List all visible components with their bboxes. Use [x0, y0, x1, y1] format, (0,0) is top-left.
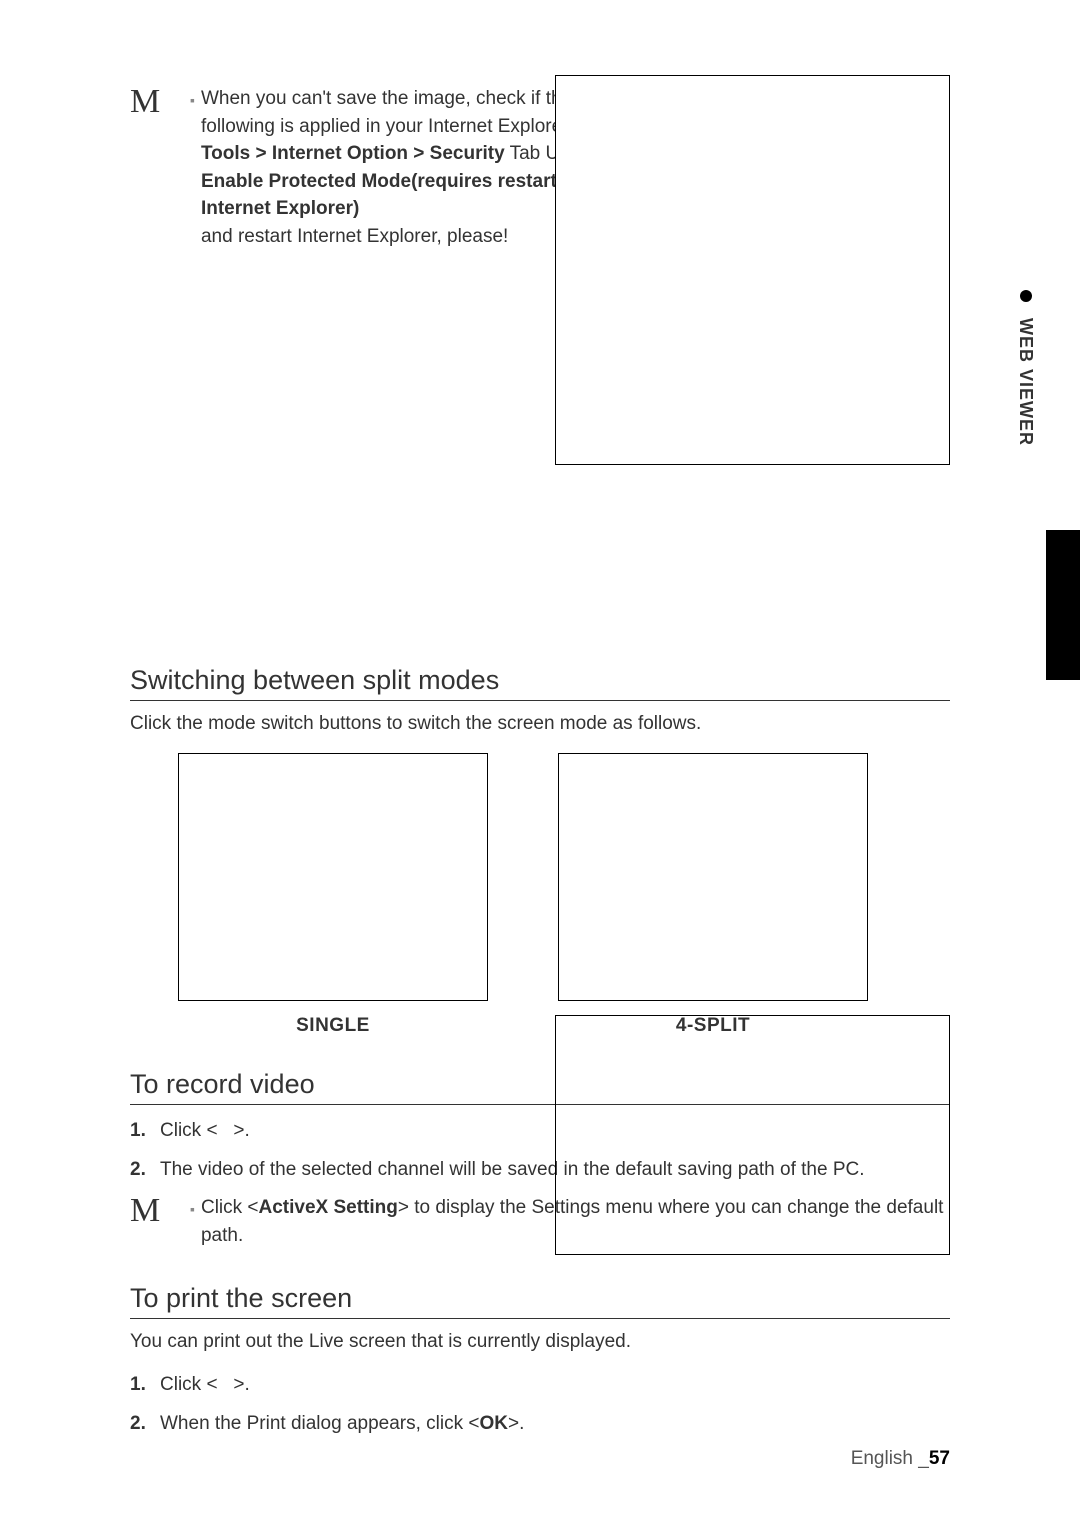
step-number: 1.: [130, 1371, 152, 1400]
note-path-prefix: Tools > Internet Option > Security: [201, 143, 505, 164]
step1-text-b: >.: [233, 1120, 249, 1141]
section-switching: Switching between split modes Click the …: [130, 665, 950, 1037]
pstep1-b: >.: [233, 1374, 249, 1395]
footer-lang: English _: [851, 1448, 929, 1469]
pstep2-b: >.: [508, 1413, 524, 1434]
note-path-bold2: Enable Protected Mode(requires restartin…: [201, 171, 585, 220]
note-text-line1: When you can't save the image, check if …: [201, 88, 573, 137]
section-print: To print the screen You can print out th…: [130, 1283, 950, 1438]
pstep2-a: When the Print dialog appears, click <: [160, 1413, 479, 1434]
note-activex-a: Click <: [201, 1197, 259, 1218]
step-number: 1.: [130, 1117, 152, 1146]
page-footer: English _57: [851, 1448, 950, 1470]
screenshot-placeholder-single: [178, 753, 488, 1001]
pstep1-a: Click <: [160, 1374, 218, 1395]
heading-print: To print the screen: [130, 1283, 950, 1319]
note-text-line3: and restart Internet Explorer, please!: [201, 226, 508, 247]
square-bullet-icon: ▪: [190, 1199, 195, 1249]
print-step-2: 2. When the Print dialog appears, click …: [130, 1410, 550, 1439]
print-step-1: 1. Click < >.: [130, 1371, 550, 1400]
square-bullet-icon: ▪: [190, 90, 195, 250]
label-single: SINGLE: [296, 1015, 370, 1037]
mode-single: SINGLE: [178, 753, 488, 1037]
screenshot-placeholder-print: [555, 1015, 950, 1255]
note-activex-bold: ActiveX Setting: [259, 1197, 398, 1218]
side-tab-label: WEB VIEWER: [1015, 290, 1036, 446]
footer-page-number: 57: [929, 1448, 950, 1469]
step1-text-a: Click <: [160, 1120, 218, 1141]
screenshot-placeholder-top: [555, 75, 950, 465]
mode-4split: 4-SPLIT: [558, 753, 868, 1037]
pstep2-bold: OK: [479, 1413, 508, 1434]
side-tab-text: WEB VIEWER: [1015, 318, 1036, 446]
step-number: 2.: [130, 1410, 152, 1439]
screenshot-placeholder-4split: [558, 753, 868, 1001]
desc-switching: Click the mode switch buttons to switch …: [130, 713, 950, 735]
desc-print: You can print out the Live screen that i…: [130, 1331, 950, 1353]
bullet-icon: [1020, 290, 1032, 302]
note-marker-m: M: [130, 1194, 170, 1228]
note-marker-m: M: [130, 85, 170, 119]
heading-switching: Switching between split modes: [130, 665, 950, 701]
step-number: 2.: [130, 1156, 152, 1185]
page-edge-tab: [1046, 530, 1080, 680]
